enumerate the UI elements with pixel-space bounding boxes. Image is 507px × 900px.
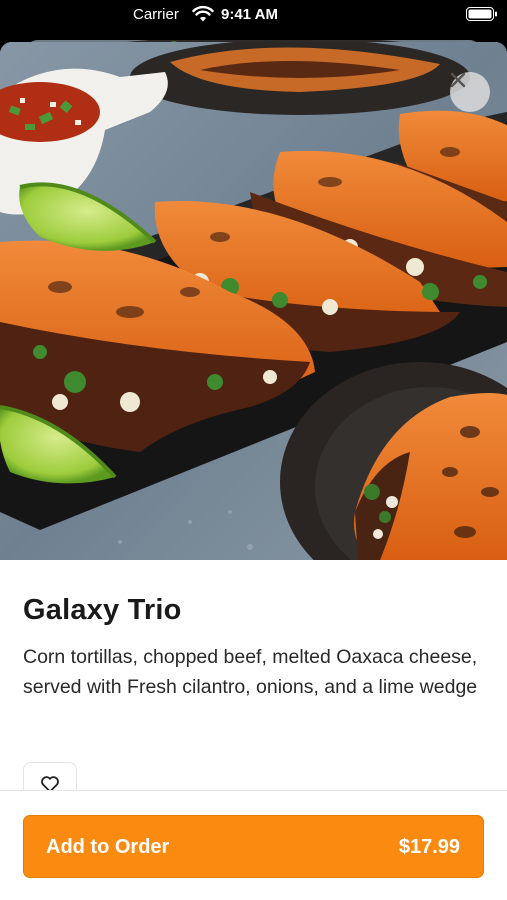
item-photo	[0, 42, 507, 560]
battery-icon	[466, 7, 497, 21]
close-button[interactable]	[450, 72, 490, 112]
carrier-label: Carrier	[133, 6, 179, 23]
wifi-icon	[192, 5, 214, 22]
status-bar: Carrier 9:41 AM	[0, 0, 507, 34]
add-to-order-label: Add to Order	[46, 836, 170, 858]
item-title: Galaxy Trio	[23, 594, 182, 626]
order-footer: Add to Order $17.99	[0, 790, 507, 900]
item-description: Corn tortillas, chopped beef, melted Oax…	[23, 646, 478, 698]
add-to-order-button[interactable]: Add to Order $17.99	[23, 815, 484, 878]
clock-label: 9:41 AM	[221, 6, 278, 23]
item-price: $17.99	[398, 836, 460, 858]
close-icon	[450, 72, 466, 88]
item-detail-sheet: Galaxy Trio Corn tortillas, chopped beef…	[0, 42, 507, 900]
